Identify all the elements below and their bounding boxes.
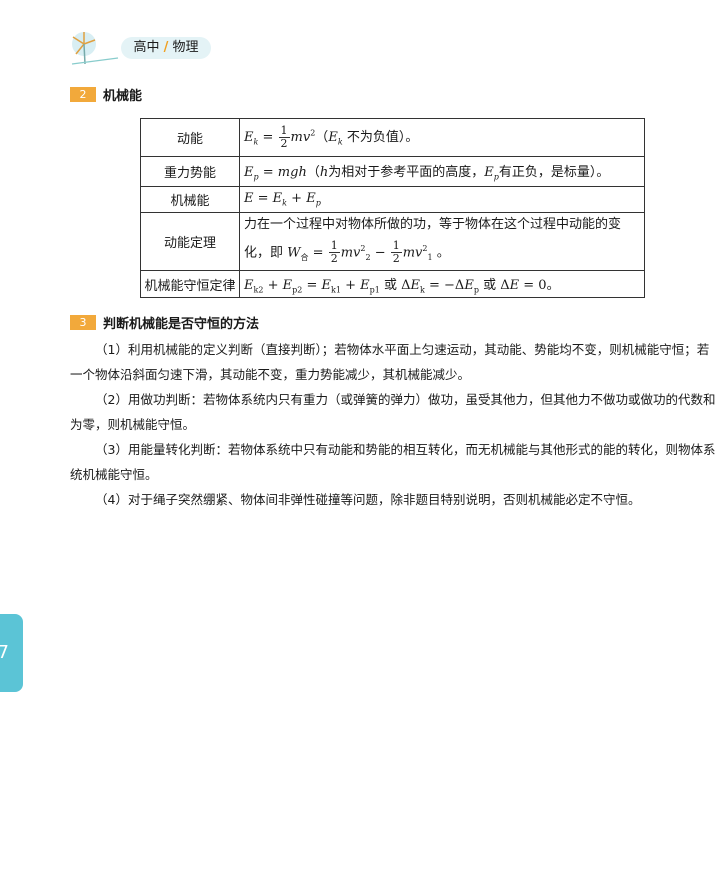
mechanical-energy-formula: E = Ek + Ep	[239, 186, 645, 213]
kinetic-energy-formula: Ek = 1 2 mv2（Ek 不为负值）。	[239, 118, 645, 157]
paragraph: （3）用能量转化判断：若物体系统中只有动能和势能的相互转化，而无机械能与其他形式…	[70, 442, 716, 482]
row-label: 机械能	[140, 186, 240, 213]
work-energy-theorem: 力在一个过程中对物体所做的功，等于物体在这个过程中动能的变 化，即 W合 = 1…	[239, 212, 645, 271]
table-row: 机械能守恒定律 Ek2 + Ep2 = Ek1 + Ep1 或 ΔEk = −Δ…	[140, 270, 645, 298]
subject-name: 物理	[172, 40, 199, 55]
subject-separator: /	[163, 40, 169, 55]
table-row: 动能定理 力在一个过程中对物体所做的功，等于物体在这个过程中动能的变 化，即 W…	[140, 212, 645, 271]
paragraph: （4）对于绳子突然绷紧、物体间非弹性碰撞等问题，除非题目特别说明，否则机械能必定…	[95, 492, 641, 507]
paragraph: （1）利用机械能的定义判断（直接判断）；若物体水平面上匀速运动，其动能、势能均不…	[70, 342, 710, 382]
conservation-law-formula: Ek2 + Ep2 = Ek1 + Ep1 或 ΔEk = −ΔEp 或 ΔE …	[239, 270, 645, 298]
subject-badge: 高中 / 物理	[121, 37, 211, 59]
row-label: 动能定理	[140, 212, 240, 271]
page-number-tab: 7	[0, 614, 23, 692]
table-row: 机械能 E = Ek + Ep	[140, 186, 645, 213]
potential-energy-formula: Ep = mgh（h为相对于参考平面的高度，Ep有正负，是标量）。	[239, 156, 645, 187]
row-label: 重力势能	[140, 156, 240, 187]
table-row: 动能 Ek = 1 2 mv2（Ek 不为负值）。	[140, 118, 645, 157]
section-title: 判断机械能是否守恒的方法	[103, 317, 260, 332]
section-3-body: （1）利用机械能的定义判断（直接判断）；若物体水平面上匀速运动，其动能、势能均不…	[70, 337, 716, 512]
energy-table: 动能 Ek = 1 2 mv2（Ek 不为负值）。 重力势能 Ep = mgh（h为…	[140, 118, 645, 298]
table-row: 重力势能 Ep = mgh（h为相对于参考平面的高度，Ep有正负，是标量）。	[140, 156, 645, 187]
section-title: 机械能	[103, 89, 143, 104]
section-3-heading: 3 判断机械能是否守恒的方法	[70, 314, 260, 332]
row-label: 机械能守恒定律	[140, 270, 240, 298]
row-label: 动能	[140, 118, 240, 157]
paragraph: （2）用做功判断：若物体系统内只有重力（或弹簧的弹力）做功，虽受其他力，但其他力…	[70, 392, 716, 432]
subject-level: 高中	[133, 40, 160, 55]
section-number: 2	[70, 87, 96, 102]
section-number: 3	[70, 315, 96, 330]
windmill-logo-icon	[71, 32, 119, 65]
section-2-heading: 2 机械能	[70, 86, 143, 104]
